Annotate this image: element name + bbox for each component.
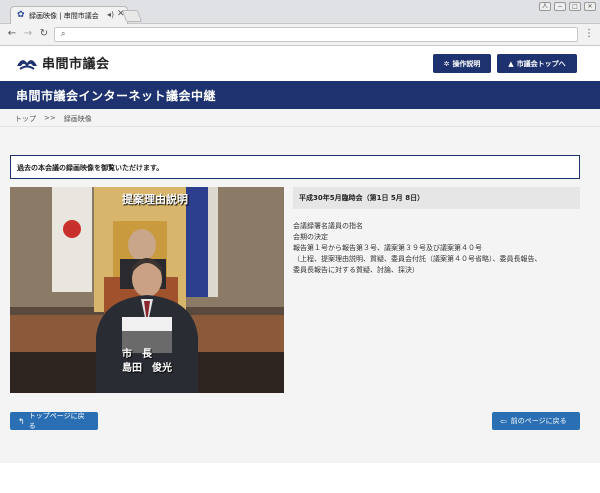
council-top-button-label: 市議会トップへ: [516, 59, 566, 68]
agenda-item: 報告第１号から報告第３号、議案第３９号及び議案第４０号: [293, 244, 482, 252]
agenda-item: （上程、提案理由説明、質疑、委員会付託（議案第４０号省略）、委員長報告、: [293, 255, 542, 263]
browser-tab[interactable]: ✿ 録画映像 | 串間市議会 ◂) ✕: [10, 6, 128, 24]
session-detail: 平成30年5月臨時会（第1日 5月 8日） 会議録署名議員の指名 会期の決定 報…: [293, 187, 580, 276]
back-to-top-label: トップページに戻る: [28, 412, 85, 430]
building-icon: ▲: [508, 59, 514, 68]
url-input[interactable]: ⌕: [54, 27, 578, 42]
page-footer: [0, 463, 600, 493]
speaker-icon[interactable]: ◂): [107, 10, 114, 19]
return-arrow-icon: ↰: [18, 416, 25, 426]
agenda-list: 会議録署名議員の指名 会期の決定 報告第１号から報告第３号、議案第３９号及び議案…: [293, 221, 580, 276]
search-icon: ⌕: [61, 29, 66, 38]
main-content: 過去の本会議の録画映像を御覧いただけます。 提案理由説明 市 長 島田 俊光 平…: [0, 127, 600, 463]
close-window-icon[interactable]: ✕: [584, 2, 596, 11]
browser-menu-icon[interactable]: ⋮: [584, 28, 594, 39]
breadcrumb-current: 録画映像: [63, 115, 92, 123]
tab-title: 録画映像 | 串間市議会: [29, 12, 99, 20]
council-top-button[interactable]: ▲ 市議会トップへ: [497, 54, 577, 73]
back-to-top-button[interactable]: ↰ トップページに戻る: [10, 412, 98, 430]
agenda-item: 会期の決定: [293, 233, 328, 241]
gear-icon: ✲: [443, 59, 450, 68]
notice-box: 過去の本会議の録画映像を御覧いただけます。: [10, 155, 580, 179]
back-to-previous-label: 前のページに戻る: [510, 417, 567, 425]
guide-button-label: 操作説明: [452, 59, 481, 68]
page: 串間市議会 ✲ 操作説明 ▲ 市議会トップへ 串間市議会インターネット議会中継 …: [0, 47, 600, 493]
guide-button[interactable]: ✲ 操作説明: [433, 54, 491, 73]
breadcrumb-home-link[interactable]: トップ: [15, 114, 36, 124]
address-bar: ← → ↻ ⌕ ⋮: [0, 24, 600, 46]
session-title: 平成30年5月臨時会（第1日 5月 8日）: [293, 187, 580, 209]
agenda-item: 委員長報告に対する質疑、討論、採決）: [293, 266, 419, 274]
left-arrow-icon: ⇦: [500, 416, 507, 426]
video-caption-top: 提案理由説明: [122, 193, 188, 206]
maximize-icon[interactable]: □: [569, 2, 581, 11]
site-favicon-icon: ✿: [17, 10, 25, 20]
video-caption-role: 市 長: [122, 349, 152, 360]
agenda-item: 会議録署名議員の指名: [293, 222, 363, 230]
profile-icon[interactable]: 人: [539, 2, 551, 11]
back-to-previous-button[interactable]: ⇦ 前のページに戻る: [492, 412, 580, 430]
back-arrow-icon[interactable]: ←: [6, 28, 18, 39]
video-caption-name: 島田 俊光: [122, 363, 172, 374]
minimize-icon[interactable]: −: [554, 2, 566, 11]
notice-text: 過去の本会議の録画映像を御覧いただけます。: [17, 164, 164, 172]
video-player[interactable]: 提案理由説明 市 長 島田 俊光: [10, 187, 284, 393]
city-emblem-icon: [17, 59, 37, 70]
breadcrumb: トップ >> 録画映像: [0, 109, 600, 127]
logo-text: 串間市議会: [42, 57, 110, 72]
breadcrumb-separator: >>: [44, 114, 56, 122]
site-header: 串間市議会 ✲ 操作説明 ▲ 市議会トップへ: [0, 47, 600, 81]
page-title: 串間市議会インターネット議会中継: [16, 89, 217, 103]
forward-arrow-icon[interactable]: →: [22, 28, 34, 39]
site-logo[interactable]: 串間市議会: [16, 53, 110, 72]
new-tab-button[interactable]: [121, 10, 143, 22]
reload-icon[interactable]: ↻: [38, 28, 50, 39]
browser-tab-strip: ✿ 録画映像 | 串間市議会 ◂) ✕ 人 − □ ✕: [0, 0, 600, 24]
page-banner: 串間市議会インターネット議会中継: [0, 81, 600, 109]
window-controls: 人 − □ ✕: [539, 2, 596, 11]
